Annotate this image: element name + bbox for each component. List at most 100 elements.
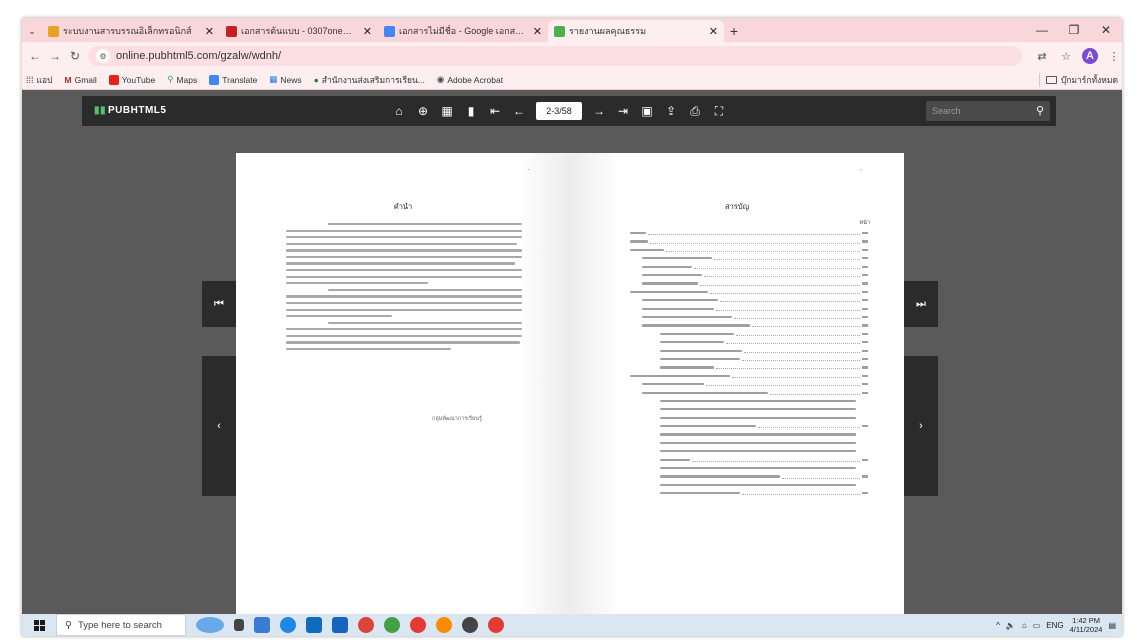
bookmark-item[interactable]: ⁞⁞⁞ แอป [26, 73, 53, 87]
page-indicator[interactable]: 2-3/58 [536, 102, 582, 120]
line-icon[interactable] [384, 617, 400, 633]
translate-icon [209, 74, 220, 85]
next-page-icon[interactable]: → [592, 100, 606, 122]
page-number-mark: - [859, 167, 862, 174]
first-page-side-icon: ⏮ [214, 297, 224, 310]
chrome-profile-icon[interactable] [410, 617, 426, 633]
right-page[interactable]: - สารบัญ หน้า [570, 153, 904, 625]
tab-title: เอกสารต้นแบบ - 0307onec@gmail [241, 26, 355, 36]
system-tray: ^ 🔈 ⌂ ▭ ENG 1:42 PM 4/11/2024 ▤ [996, 614, 1122, 636]
previous-page-icon[interactable]: ← [512, 100, 526, 122]
bookmark-item[interactable]: ▦ News [269, 74, 301, 85]
translate-page-icon[interactable]: ⇄ [1034, 48, 1050, 64]
clock-time: 1:42 PM [1072, 616, 1100, 625]
profile-avatar-icon[interactable]: A [1082, 48, 1098, 64]
last-page-side-icon: ⏭ [916, 297, 926, 310]
flipbook-viewer: ▮▮ PUBHTML5 ⌂ ⊕ ▦ ▮ ⇤ ← 2-3/58 → ⇥ ▣ ⇪ ⎙… [22, 90, 1122, 625]
bookmark-label: Adobe Acrobat [447, 74, 504, 85]
new-tab-button[interactable]: + [724, 20, 744, 42]
more-menu-icon[interactable]: ⋮ [1106, 48, 1122, 64]
bookmark-item[interactable]: M Gmail [65, 75, 97, 85]
url-text: online.pubhtml5.com/gzalw/wdnh/ [116, 50, 282, 62]
share-icon[interactable]: ⇪ [664, 100, 678, 122]
keyboard-icon[interactable]: ▭ [1033, 621, 1041, 630]
task-view-icon[interactable] [234, 619, 244, 631]
search-placeholder: Search [932, 106, 961, 116]
start-button[interactable] [22, 614, 56, 636]
minimize-button[interactable]: — [1026, 18, 1058, 42]
notification-icon[interactable]: ▤ [1108, 621, 1116, 630]
tab-search-button[interactable]: ⌄ [22, 20, 42, 42]
bookmark-item[interactable]: YouTube [108, 74, 155, 85]
taskbar-search-field[interactable]: ⚲ Type here to search [56, 614, 186, 636]
grid-icon: ⁞⁞⁞ [26, 74, 34, 85]
bookmark-label: Translate [222, 74, 258, 85]
toolbar-icons: ⇄ ☆ A ⋮ [1034, 48, 1122, 64]
site-info-icon[interactable]: ⚙ [96, 49, 110, 63]
address-bar[interactable]: ⚙ online.pubhtml5.com/gzalw/wdnh/ [88, 46, 1022, 66]
bookmark-icon[interactable]: ▮ [464, 100, 478, 122]
widget-icon[interactable] [196, 617, 224, 633]
reload-button[interactable]: ↻ [68, 47, 82, 65]
left-page-signature: กลุ่มพัฒนาการเรียนรู้ [432, 416, 482, 422]
explorer-icon[interactable] [254, 617, 270, 633]
browser-tab-active[interactable]: รายงานผลคุณธรรม ✕ [548, 20, 724, 42]
chrome-profile-3-icon[interactable] [488, 617, 504, 633]
youtube-icon [108, 74, 119, 85]
edge-icon[interactable] [280, 617, 296, 633]
chevron-right-icon: › [919, 420, 923, 432]
media-player-icon[interactable] [462, 617, 478, 633]
bookmarks-bar: ⁞⁞⁞ แอป M Gmail YouTube ⚲ Maps Translate… [22, 70, 1122, 90]
next-page-side-button[interactable]: › [904, 356, 938, 496]
viewer-toolbar: ▮▮ PUBHTML5 ⌂ ⊕ ▦ ▮ ⇤ ← 2-3/58 → ⇥ ▣ ⇪ ⎙… [82, 96, 1056, 126]
close-tab-icon[interactable]: ✕ [363, 25, 372, 38]
volume-icon[interactable]: 🔈 [1006, 621, 1016, 630]
book-spread[interactable]: - คำนำ กลุ่มพัฒนาการเรียนรู้ - สารบัญ หน… [236, 153, 904, 625]
all-bookmarks-button[interactable]: บุ๊กมาร์กทั้งหมด [1038, 73, 1118, 87]
thumbnails-icon[interactable]: ▦ [440, 100, 454, 122]
clock[interactable]: 1:42 PM 4/11/2024 [1070, 616, 1103, 634]
previous-page-side-button[interactable]: ‹ [202, 356, 236, 496]
bookmark-item[interactable]: ● สำนักงานส่งเสริมการเรียน... [314, 73, 425, 87]
bookmark-label: สำนักงานส่งเสริมการเรียน... [321, 74, 425, 85]
browser-tab[interactable]: ระบบงานสารบรรณอิเล็กทรอนิกส์ ✕ [42, 20, 220, 42]
first-page-icon[interactable]: ⇤ [488, 100, 502, 122]
search-icon[interactable]: ⚲ [1036, 104, 1044, 117]
table-of-contents [630, 229, 868, 498]
back-button[interactable]: ← [28, 47, 42, 65]
store-icon[interactable] [306, 617, 322, 633]
tab-title: ระบบงานสารบรรณอิเล็กทรอนิกส์ [63, 26, 192, 36]
fullscreen-icon[interactable]: ⛶ [712, 100, 726, 122]
chrome-profile-2-icon[interactable] [436, 617, 452, 633]
last-page-side-button[interactable]: ⏭ [904, 281, 938, 327]
close-tab-icon[interactable]: ✕ [709, 25, 718, 38]
language-indicator[interactable]: ENG [1046, 621, 1063, 630]
bookmark-item[interactable]: Translate [209, 74, 258, 85]
mail-icon[interactable] [332, 617, 348, 633]
news-icon: ▦ [269, 74, 278, 84]
single-page-icon[interactable]: ▣ [640, 100, 654, 122]
left-page[interactable]: - คำนำ กลุ่มพัฒนาการเรียนรู้ [236, 153, 570, 625]
chrome-icon[interactable] [358, 617, 374, 633]
bookmark-item[interactable]: ◉ Adobe Acrobat [437, 74, 503, 85]
network-icon[interactable]: ⌂ [1022, 621, 1027, 630]
zoom-icon[interactable]: ⊕ [416, 100, 430, 122]
tab-title: รายงานผลคุณธรรม [569, 26, 647, 36]
viewer-search-field[interactable]: Search ⚲ [926, 101, 1050, 121]
forward-button[interactable]: → [48, 47, 62, 65]
close-window-button[interactable]: ✕ [1090, 18, 1122, 42]
tab-favicon-icon [48, 25, 59, 37]
browser-tab[interactable]: เอกสารต้นแบบ - 0307onec@gmail ✕ [220, 20, 378, 42]
close-tab-icon[interactable]: ✕ [533, 25, 542, 38]
first-page-side-button[interactable]: ⏮ [202, 281, 236, 327]
last-page-icon[interactable]: ⇥ [616, 100, 630, 122]
print-icon[interactable]: ⎙ [688, 100, 702, 122]
close-tab-icon[interactable]: ✕ [205, 25, 214, 38]
bookmark-item[interactable]: ⚲ Maps [167, 74, 197, 85]
maximize-button[interactable]: ❐ [1058, 18, 1090, 42]
bookmark-star-icon[interactable]: ☆ [1058, 48, 1074, 64]
home-icon[interactable]: ⌂ [392, 100, 406, 122]
browser-tab[interactable]: เอกสารไม่มีชื่อ - Google เอกสาร ✕ [378, 20, 548, 42]
tray-chevron-icon[interactable]: ^ [996, 621, 1000, 630]
acrobat-icon: ◉ [436, 74, 445, 84]
